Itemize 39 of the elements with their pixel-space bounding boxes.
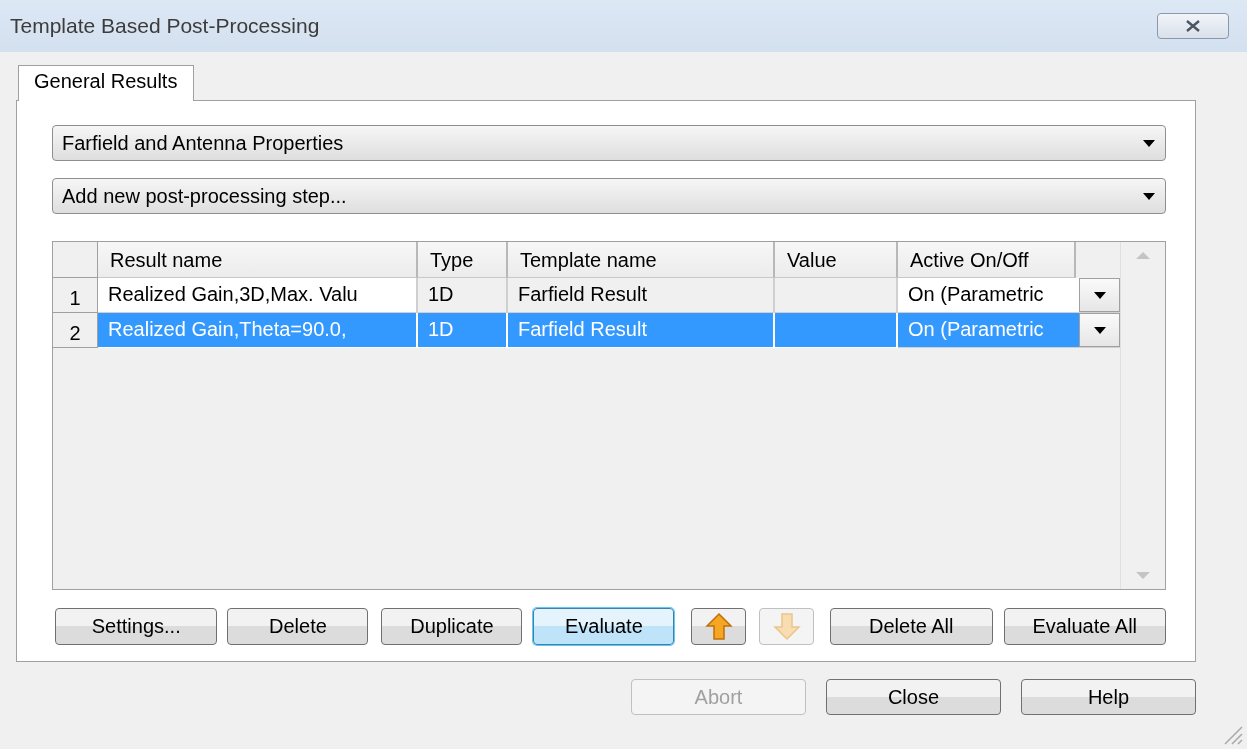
- active-dropdown-field[interactable]: On (Parametric: [898, 278, 1079, 312]
- dropdown-caret-icon: [1093, 326, 1106, 334]
- close-icon: [1184, 20, 1202, 32]
- up-arrow-icon: [704, 612, 733, 641]
- column-header[interactable]: Type: [418, 242, 508, 278]
- table-cell: Realized Gain,3D,Max. Valu: [98, 278, 418, 313]
- step-button[interactable]: Delete All: [830, 608, 993, 645]
- dropdown-button[interactable]: [1079, 313, 1120, 347]
- table-cell: 1D: [418, 278, 508, 313]
- down-arrow-icon: [772, 612, 801, 641]
- scroll-down-icon: [1136, 572, 1150, 579]
- dialog-button[interactable]: Close: [826, 679, 1001, 715]
- step-button[interactable]: Evaluate All: [1003, 608, 1166, 645]
- dropdown-caret-icon: [1093, 291, 1106, 299]
- row-header[interactable]: 2: [53, 313, 98, 348]
- step-dropdown[interactable]: Add new post-processing step...: [52, 178, 1166, 214]
- table-cell: Farfield Result: [508, 278, 775, 313]
- scroll-up-icon: [1136, 252, 1150, 259]
- column-header[interactable]: Value: [775, 242, 898, 278]
- row-header[interactable]: 1: [53, 278, 98, 313]
- step-button[interactable]: Settings...: [55, 608, 218, 645]
- column-header[interactable]: Active On/Off: [898, 242, 1076, 278]
- step-button[interactable]: Duplicate: [381, 608, 523, 645]
- column-header[interactable]: Template name: [508, 242, 775, 278]
- dropdown-caret-icon: [1143, 139, 1155, 147]
- table-cell: Realized Gain,Theta=90.0,: [98, 313, 418, 348]
- tab[interactable]: General Results: [18, 65, 195, 101]
- window-title: Template Based Post-Processing: [10, 14, 320, 38]
- dropdown-caret-icon: [1143, 192, 1155, 200]
- step-button[interactable]: Evaluate: [533, 608, 675, 645]
- dropdown-button[interactable]: [1079, 278, 1120, 312]
- dialog-button[interactable]: Help: [1021, 679, 1196, 715]
- table-cell: 1D: [418, 313, 508, 348]
- category-dropdown[interactable]: Farfield and Antenna Properties: [52, 125, 1166, 161]
- step-button[interactable]: Delete: [227, 608, 369, 645]
- move-up-button[interactable]: [691, 608, 747, 645]
- table-cell: Farfield Result: [508, 313, 775, 348]
- column-header[interactable]: Result name: [98, 242, 418, 278]
- close-button[interactable]: [1157, 13, 1229, 39]
